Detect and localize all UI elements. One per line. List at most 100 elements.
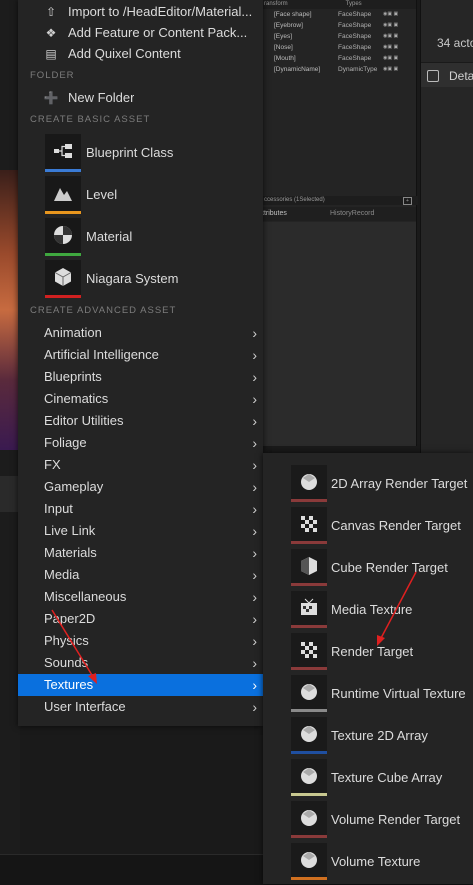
menu-item-add-feature-pack[interactable]: ❖ Add Feature or Content Pack... <box>18 22 263 43</box>
category-media[interactable]: Media › <box>18 564 263 586</box>
visibility-lock-icons[interactable]: ◉▣ ▣ <box>383 64 398 75</box>
visibility-lock-icons[interactable]: ◉▣ ▣ <box>383 20 398 31</box>
section-basic-asset: CREATE BASIC ASSET <box>30 114 151 125</box>
outliner-row[interactable]: [DynamicName] DynamicType ◉▣ ▣ <box>262 64 416 75</box>
outliner-row-type: FaceShape <box>338 55 372 62</box>
submenu-item-label: Runtime Virtual Texture <box>331 686 466 701</box>
new-folder-icon: ➕ <box>43 90 59 105</box>
feature-pack-icon: ❖ <box>45 25 57 40</box>
import-icon: ⇧ <box>45 4 57 19</box>
details-panel: 34 acto Deta <box>420 0 473 470</box>
submenu-item-2d-array-render-target[interactable]: 2D Array Render Target <box>263 463 473 505</box>
blueprint-icon <box>45 134 81 172</box>
menu-item-new-folder[interactable]: ➕ New Folder <box>18 87 263 108</box>
category-artificial-intelligence[interactable]: Artificial Intelligence › <box>18 344 263 366</box>
details-tab[interactable]: Deta <box>421 62 473 87</box>
visibility-lock-icons[interactable]: ◉▣ ▣ <box>383 9 398 20</box>
media-texture-icon <box>291 591 327 628</box>
category-materials[interactable]: Materials › <box>18 542 263 564</box>
outliner-row[interactable]: [Eyes] FaceShape ◉▣ ▣ <box>262 31 416 42</box>
category-gameplay[interactable]: Gameplay › <box>18 476 263 498</box>
asset-blueprint-class[interactable]: Blueprint Class <box>18 134 263 174</box>
niagara-icon <box>45 260 81 298</box>
asset-material[interactable]: Material <box>18 218 263 258</box>
chevron-right-icon: › <box>252 435 257 451</box>
content-browser-context-menu: ⇧ Import to /HeadEditor/Material... ❖ Ad… <box>18 0 263 726</box>
submenu-item-volume-render-target[interactable]: Volume Render Target <box>263 799 473 841</box>
category-input[interactable]: Input › <box>18 498 263 520</box>
category-user-interface[interactable]: User Interface › <box>18 696 263 718</box>
category-physics[interactable]: Physics › <box>18 630 263 652</box>
chevron-right-icon: › <box>252 347 257 363</box>
chevron-right-icon: › <box>252 589 257 605</box>
category-label: Editor Utilities <box>44 413 124 428</box>
visibility-lock-icons[interactable]: ◉▣ ▣ <box>383 53 398 64</box>
checker-texture-icon <box>291 507 327 544</box>
chevron-right-icon: › <box>252 611 257 627</box>
category-live-link[interactable]: Live Link › <box>18 520 263 542</box>
outliner-row[interactable]: [Mouth] FaceShape ◉▣ ▣ <box>262 53 416 64</box>
actor-count: 34 acto <box>437 36 473 50</box>
submenu-item-canvas-render-target[interactable]: Canvas Render Target <box>263 505 473 547</box>
chevron-right-icon: › <box>252 677 257 693</box>
category-foliage[interactable]: Foliage › <box>18 432 263 454</box>
runtime-virtual-texture-icon <box>291 675 327 712</box>
visibility-lock-icons[interactable]: ◉▣ ▣ <box>383 42 398 53</box>
category-editor-utilities[interactable]: Editor Utilities › <box>18 410 263 432</box>
asset-niagara-system[interactable]: Niagara System <box>18 260 263 300</box>
tab-attributes[interactable]: ttributes <box>262 207 287 221</box>
visibility-lock-icons[interactable]: ◉▣ ▣ <box>383 31 398 42</box>
submenu-item-render-target[interactable]: Render Target <box>263 631 473 673</box>
submenu-item-media-texture[interactable]: Media Texture <box>263 589 473 631</box>
tab-history[interactable]: HistoryRecord <box>330 207 374 221</box>
outliner-row-name: [Face shape] <box>274 11 312 18</box>
category-cinematics[interactable]: Cinematics › <box>18 388 263 410</box>
asset-color-bar <box>291 793 327 796</box>
category-animation[interactable]: Animation › <box>18 322 263 344</box>
submenu-item-texture-2d-array[interactable]: Texture 2D Array <box>263 715 473 757</box>
submenu-item-runtime-virtual-texture[interactable]: Runtime Virtual Texture <box>263 673 473 715</box>
menu-item-import[interactable]: ⇧ Import to /HeadEditor/Material... <box>18 1 263 22</box>
texture-2d-array-icon <box>291 717 327 754</box>
asset-level[interactable]: Level <box>18 176 263 216</box>
details-icon <box>427 70 439 82</box>
chevron-right-icon: › <box>252 369 257 385</box>
asset-color-bar <box>291 499 327 502</box>
category-textures[interactable]: Textures › <box>18 674 263 696</box>
asset-color-bar <box>45 253 81 256</box>
category-paper2d[interactable]: Paper2D › <box>18 608 263 630</box>
add-icon[interactable]: + <box>403 197 412 205</box>
category-label: Gameplay <box>44 479 104 494</box>
chevron-right-icon: › <box>252 413 257 429</box>
chevron-right-icon: › <box>252 523 257 539</box>
outliner-row[interactable]: [Face shape] FaceShape ◉▣ ▣ <box>262 9 416 20</box>
asset-color-bar <box>291 751 327 754</box>
chevron-right-icon: › <box>252 501 257 517</box>
category-blueprints[interactable]: Blueprints › <box>18 366 263 388</box>
outliner-row[interactable]: [Nose] FaceShape ◉▣ ▣ <box>262 42 416 53</box>
submenu-item-label: Texture Cube Array <box>331 770 443 785</box>
category-label: Sounds <box>44 655 89 670</box>
category-fx[interactable]: FX › <box>18 454 263 476</box>
chevron-right-icon: › <box>252 699 257 715</box>
chevron-right-icon: › <box>252 545 257 561</box>
submenu-item-cube-render-target[interactable]: Cube Render Target <box>263 547 473 589</box>
menu-item-add-quixel[interactable]: ▤ Add Quixel Content <box>18 43 263 64</box>
category-miscellaneous[interactable]: Miscellaneous › <box>18 586 263 608</box>
submenu-item-volume-texture[interactable]: Volume Texture <box>263 841 473 883</box>
outliner-row[interactable]: [Eyebrow] FaceShape ◉▣ ▣ <box>262 20 416 31</box>
submenu-item-texture-cube-array[interactable]: Texture Cube Array <box>263 757 473 799</box>
category-label: Artificial Intelligence <box>44 347 159 362</box>
category-sounds[interactable]: Sounds › <box>18 652 263 674</box>
face-outliner-panel: ransform Types [Face shape] FaceShape ◉▣ ▣… <box>262 0 418 446</box>
accessories-header: ccessories (1Selected) + <box>262 196 418 205</box>
material-icon <box>45 218 81 256</box>
texture-cube-array-icon <box>291 759 327 796</box>
category-label: Foliage <box>44 435 87 450</box>
quixel-icon: ▤ <box>45 46 57 61</box>
chevron-right-icon: › <box>252 633 257 649</box>
category-label: Physics <box>44 633 89 648</box>
section-folder: FOLDER <box>30 70 75 81</box>
outliner-row-name: [Eyes] <box>274 33 293 40</box>
category-label: Input <box>44 501 73 516</box>
